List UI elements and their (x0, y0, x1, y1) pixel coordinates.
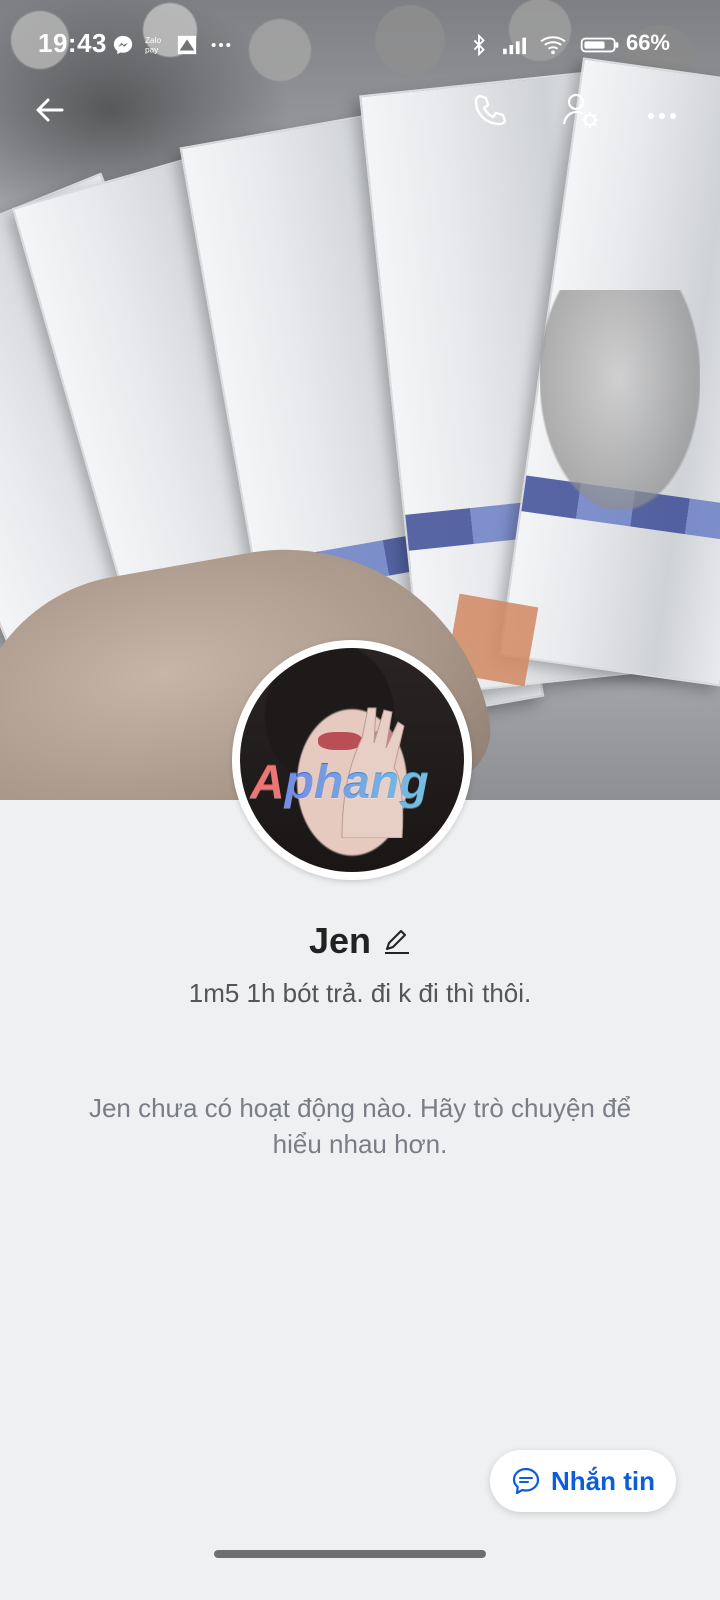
banknote-portrait (540, 290, 700, 510)
gesture-bar[interactable] (214, 1550, 486, 1558)
call-button[interactable] (466, 86, 514, 134)
send-message-label: Nhắn tin (551, 1465, 655, 1496)
svg-text:Zalo: Zalo (145, 36, 161, 45)
more-horizontal-icon (648, 113, 676, 119)
more-button[interactable] (638, 86, 686, 134)
phone-icon (474, 94, 507, 126)
pencil-icon (385, 930, 410, 954)
battery-percent: 66% (625, 30, 670, 55)
chat-bubble-icon (512, 1467, 540, 1495)
wifi-icon (540, 36, 566, 55)
status-bar: 19:43 Zalo pay 66% (0, 0, 720, 84)
messenger-icon (113, 35, 133, 55)
zalopay-icon: Zalo pay (145, 36, 161, 54)
svg-text:pay: pay (145, 45, 159, 54)
avatar-watermark: Aphang (250, 756, 429, 809)
profile-name-row: Jen (0, 920, 720, 962)
back-button[interactable] (26, 86, 74, 134)
status-time: 19:43 (38, 28, 107, 58)
back-arrow-icon (36, 98, 64, 122)
signal-icon (503, 37, 526, 55)
empty-activity-text: Jen chưa có hoạt động nào. Hãy trò chuyệ… (88, 1093, 632, 1159)
edit-name-button[interactable] (383, 927, 411, 955)
send-message-button[interactable]: Nhắn tin (490, 1450, 676, 1512)
app-icon (177, 35, 197, 55)
profile-name: Jen (308, 920, 372, 961)
profile-status: 1m5 1h bót trả. đi k đi thì thôi. (188, 978, 532, 1008)
user-settings-icon (562, 93, 598, 128)
more-dots-icon (211, 42, 231, 48)
profile-settings-button[interactable] (556, 86, 604, 134)
bluetooth-icon (473, 34, 485, 56)
battery-icon (580, 37, 619, 53)
